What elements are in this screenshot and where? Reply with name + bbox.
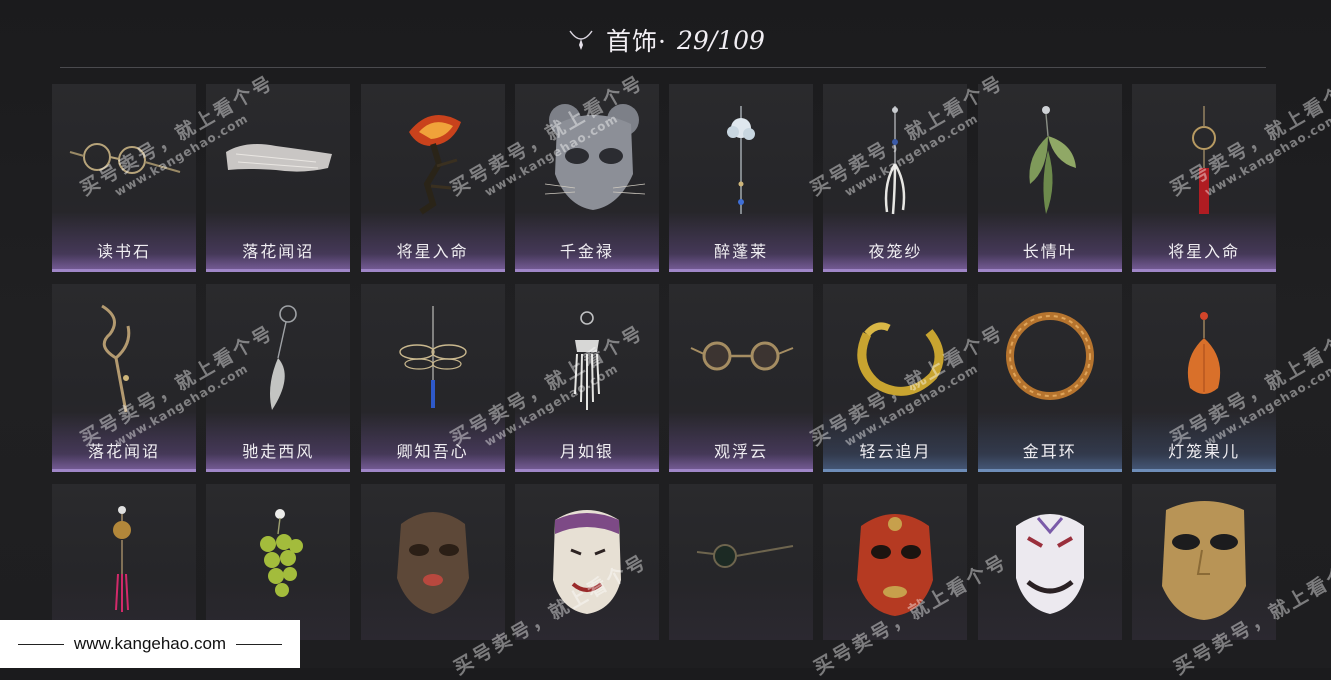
accessory-card[interactable]: 将星入命 xyxy=(1132,84,1277,272)
tiger-mask-icon xyxy=(396,512,469,614)
accessory-name: 读书石 xyxy=(96,242,151,261)
accessory-card[interactable]: 观浮云 xyxy=(669,284,814,472)
accessory-card[interactable]: 读书石 xyxy=(52,84,196,272)
accessory-name: 灯笼果儿 xyxy=(1168,442,1241,461)
accessory-name: 醉蓬莱 xyxy=(714,242,769,261)
gold-half-mask-icon xyxy=(1162,501,1247,620)
accessory-card[interactable]: 落花闻诏 xyxy=(52,284,196,472)
footer-line-left xyxy=(17,643,64,645)
accessory-name: 月如银 xyxy=(559,442,614,461)
accessory-name: 落花闻诏 xyxy=(242,242,315,261)
accessory-card[interactable]: 夜笼纱 xyxy=(823,84,968,272)
accessory-card[interactable] xyxy=(823,484,968,640)
phoenix-flame-icon xyxy=(408,114,461,215)
accessory-card[interactable]: 卿知吾心 xyxy=(360,284,505,472)
accessory-name: 卿知吾心 xyxy=(396,442,469,461)
opera-mask-icon xyxy=(552,510,621,614)
accessory-card[interactable]: 轻云追月 xyxy=(823,284,968,472)
accessory-card[interactable]: 长情叶 xyxy=(977,84,1122,272)
round-glasses-icon xyxy=(690,341,794,371)
feather-pendant-icon xyxy=(885,106,906,215)
accessory-card[interactable] xyxy=(514,484,659,640)
white-fabric-icon xyxy=(226,144,333,172)
footer-line-right xyxy=(236,643,283,645)
grape-earring-icon xyxy=(260,509,304,597)
dark-glasses-icon xyxy=(697,544,794,568)
accessory-grid: 读书石 落花闻诏 将星入命 千金禄 醉蓬莱 夜笼纱 长情叶 将星入命 落花闻诏 … xyxy=(52,84,1277,672)
accessory-name: 千金禄 xyxy=(559,242,614,261)
page-title: 首饰· xyxy=(606,27,667,56)
footer-url: www.kangehao.com xyxy=(73,634,227,653)
accessory-name: 夜笼纱 xyxy=(868,242,923,261)
accessory-card[interactable]: 醉蓬莱 xyxy=(669,84,814,272)
accessory-card[interactable]: 月如银 xyxy=(514,284,659,472)
collection-count: 29/109 xyxy=(677,25,765,55)
silver-mask-icon xyxy=(544,104,645,210)
accessory-card[interactable] xyxy=(977,484,1122,640)
accessory-card[interactable] xyxy=(52,484,196,640)
red-tassel-charm-icon xyxy=(113,506,131,612)
accessory-card[interactable]: 落花闻诏 xyxy=(206,84,351,272)
accessory-card[interactable]: 灯笼果儿 xyxy=(1132,284,1277,472)
accessory-name: 落花闻诏 xyxy=(87,442,160,461)
fang-earring-icon xyxy=(270,305,298,410)
antler-hairpin-icon xyxy=(101,304,131,413)
lantern-fruit-icon xyxy=(1187,312,1221,394)
accessory-card[interactable]: 千金禄 xyxy=(514,84,659,272)
necklace-icon xyxy=(569,30,593,50)
leaf-pendant-icon xyxy=(1029,106,1076,214)
page-header: 首饰· 29/109 xyxy=(0,18,1331,62)
gold-hoop-icon xyxy=(1005,312,1094,400)
spectacles-icon xyxy=(69,143,181,174)
flower-hairpin-icon xyxy=(727,106,756,214)
accessory-card[interactable]: 将星入命 xyxy=(360,84,505,272)
white-grin-mask-icon xyxy=(1015,514,1084,614)
tassel-earring-icon xyxy=(1192,106,1217,214)
silver-tassel-icon xyxy=(573,311,600,410)
header-divider xyxy=(60,67,1266,68)
accessory-name: 轻云追月 xyxy=(859,442,932,461)
accessory-name: 将星入命 xyxy=(1168,242,1241,261)
accessory-name: 金耳环 xyxy=(1022,442,1077,461)
accessory-card[interactable] xyxy=(669,484,814,640)
accessory-name: 驰走西风 xyxy=(242,442,315,461)
accessory-card[interactable] xyxy=(1132,484,1277,640)
accessory-name: 观浮云 xyxy=(714,442,769,461)
accessory-name: 将星入命 xyxy=(396,242,469,261)
dragonfly-pendant-icon xyxy=(398,306,467,408)
footer-url-badge: www.kangehao.com xyxy=(0,620,300,668)
accessory-card[interactable]: 金耳环 xyxy=(977,284,1122,472)
red-oni-mask-icon xyxy=(857,514,934,616)
gold-serpent-ring-icon xyxy=(857,322,944,396)
accessory-card[interactable]: 驰走西风 xyxy=(206,284,351,472)
accessory-card[interactable] xyxy=(206,484,351,640)
accessory-card[interactable] xyxy=(360,484,505,640)
accessory-name: 长情叶 xyxy=(1022,242,1077,261)
